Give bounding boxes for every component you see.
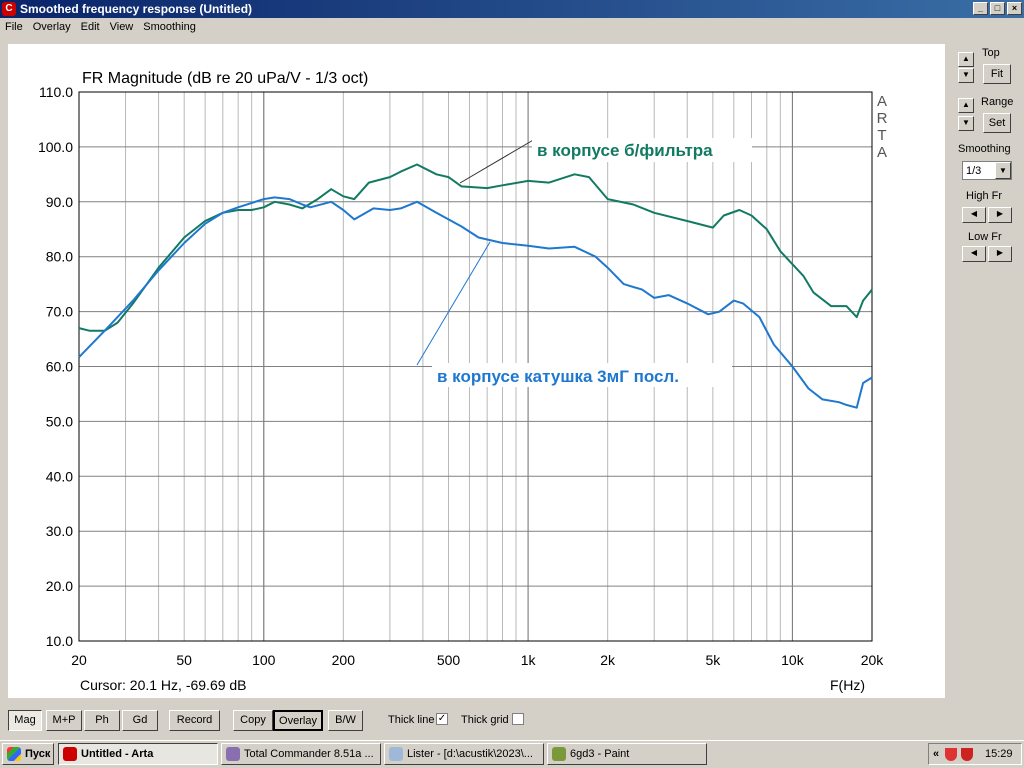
x-tick-label: 5k xyxy=(705,652,721,668)
ph-button[interactable]: Ph xyxy=(84,710,120,731)
antivirus-icon[interactable] xyxy=(961,748,973,761)
arta-watermark-letter: T xyxy=(877,127,886,144)
task-label: 6gd3 - Paint xyxy=(570,748,630,760)
y-tick-label: 40.0 xyxy=(46,468,73,484)
task-arta[interactable]: Untitled - Arta xyxy=(58,743,218,765)
y-tick-label: 110.0 xyxy=(39,84,73,100)
high-fr-right-button[interactable]: ▶ xyxy=(988,207,1012,223)
thick-grid-checkbox[interactable] xyxy=(512,713,524,725)
x-tick-label: 20k xyxy=(861,652,885,668)
range-down-button[interactable]: ▼ xyxy=(958,116,974,131)
x-axis-label: F(Hz) xyxy=(830,677,865,693)
thick-line-label: Thick line xyxy=(388,714,435,726)
y-tick-label: 60.0 xyxy=(46,359,73,375)
top-down-button[interactable]: ▼ xyxy=(958,68,974,83)
m-plus-p-button[interactable]: M+P xyxy=(46,710,82,731)
y-tick-label: 70.0 xyxy=(46,304,73,320)
annotation-label: в корпусе б/фильтра xyxy=(537,141,713,160)
top-label: Top xyxy=(982,47,1000,59)
y-tick-label: 20.0 xyxy=(46,578,73,594)
x-tick-label: 1k xyxy=(521,652,537,668)
task-label: Total Commander 8.51a ... xyxy=(244,748,374,760)
smoothing-select[interactable]: 1/3 ▼ xyxy=(962,161,1012,180)
copy-button[interactable]: Copy xyxy=(233,710,273,731)
thick-grid-label: Thick grid xyxy=(461,714,509,726)
arta-watermark-letter: A xyxy=(877,144,887,161)
task-total-commander[interactable]: Total Commander 8.51a ... xyxy=(221,743,381,765)
arta-watermark-letter: A xyxy=(877,93,887,110)
x-tick-label: 10k xyxy=(781,652,805,668)
high-fr-label: High Fr xyxy=(966,190,1003,202)
low-fr-right-button[interactable]: ▶ xyxy=(988,246,1012,262)
x-tick-label: 2k xyxy=(600,652,616,668)
y-tick-label: 100.0 xyxy=(38,139,73,155)
range-up-button[interactable]: ▲ xyxy=(958,98,974,113)
arta-watermark-letter: R xyxy=(877,110,888,127)
task-label: Untitled - Arta xyxy=(81,748,154,760)
smoothing-label: Smoothing xyxy=(958,143,1011,155)
chevron-down-icon[interactable]: ▼ xyxy=(995,162,1011,179)
bw-button[interactable]: B/W xyxy=(328,710,363,731)
low-fr-label: Low Fr xyxy=(968,231,1002,243)
set-button[interactable]: Set xyxy=(983,113,1011,133)
mag-button[interactable]: Mag xyxy=(8,710,42,731)
clock: 15:29 xyxy=(985,748,1013,760)
taskbar: Пуск Untitled - Arta Total Commander 8.5… xyxy=(0,740,1024,768)
series-line-1 xyxy=(78,163,873,332)
task-label: Lister - [d:\acustik\2023\... xyxy=(407,748,533,760)
y-tick-label: 90.0 xyxy=(46,194,73,210)
chart-title: FR Magnitude (dB re 20 uPa/V - 1/3 oct) xyxy=(82,70,368,87)
task-paint[interactable]: 6gd3 - Paint xyxy=(547,743,707,765)
cursor-readout: Cursor: 20.1 Hz, -69.69 dB xyxy=(80,677,247,693)
high-fr-left-button[interactable]: ◀ xyxy=(962,207,986,223)
thick-line-checkbox[interactable]: ✓ xyxy=(436,713,448,725)
start-label: Пуск xyxy=(25,748,51,760)
floppy-icon xyxy=(226,747,240,761)
x-tick-label: 20 xyxy=(71,652,87,668)
system-tray: « 15:29 xyxy=(928,743,1022,765)
range-label: Range xyxy=(981,96,1014,108)
fit-button[interactable]: Fit xyxy=(983,64,1011,84)
frequency-response-chart: 110.0 100.0 90.0 80.0 70.0 60.0 50.0 40.0 30.0 20… xyxy=(38,70,888,693)
task-lister[interactable]: Lister - [d:\acustik\2023\... xyxy=(384,743,544,765)
gd-button[interactable]: Gd xyxy=(122,710,158,731)
low-fr-left-button[interactable]: ◀ xyxy=(962,246,986,262)
top-up-button[interactable]: ▲ xyxy=(958,52,974,67)
x-tick-label: 500 xyxy=(437,652,461,668)
windows-logo-icon xyxy=(7,747,21,761)
paint-icon xyxy=(552,747,566,761)
chevron-left-icon[interactable]: « xyxy=(933,744,939,764)
shield-icon[interactable] xyxy=(945,748,957,761)
annotation-label: в корпусе катушка 3мГ посл. xyxy=(437,367,679,386)
arta-icon xyxy=(63,747,77,761)
y-tick-label: 10.0 xyxy=(46,633,73,649)
annotation-leader-line xyxy=(416,241,491,366)
record-button[interactable]: Record xyxy=(169,710,220,731)
smoothing-value: 1/3 xyxy=(966,165,982,177)
overlay-button[interactable]: Overlay xyxy=(273,710,323,731)
y-tick-label: 30.0 xyxy=(46,523,73,539)
x-tick-label: 200 xyxy=(332,652,356,668)
start-button[interactable]: Пуск xyxy=(2,743,54,765)
y-tick-label: 50.0 xyxy=(46,413,73,429)
x-tick-label: 100 xyxy=(252,652,276,668)
y-tick-label: 80.0 xyxy=(46,249,73,265)
document-icon xyxy=(389,747,403,761)
annotation-leader-line xyxy=(459,138,536,184)
x-tick-label: 50 xyxy=(176,652,192,668)
